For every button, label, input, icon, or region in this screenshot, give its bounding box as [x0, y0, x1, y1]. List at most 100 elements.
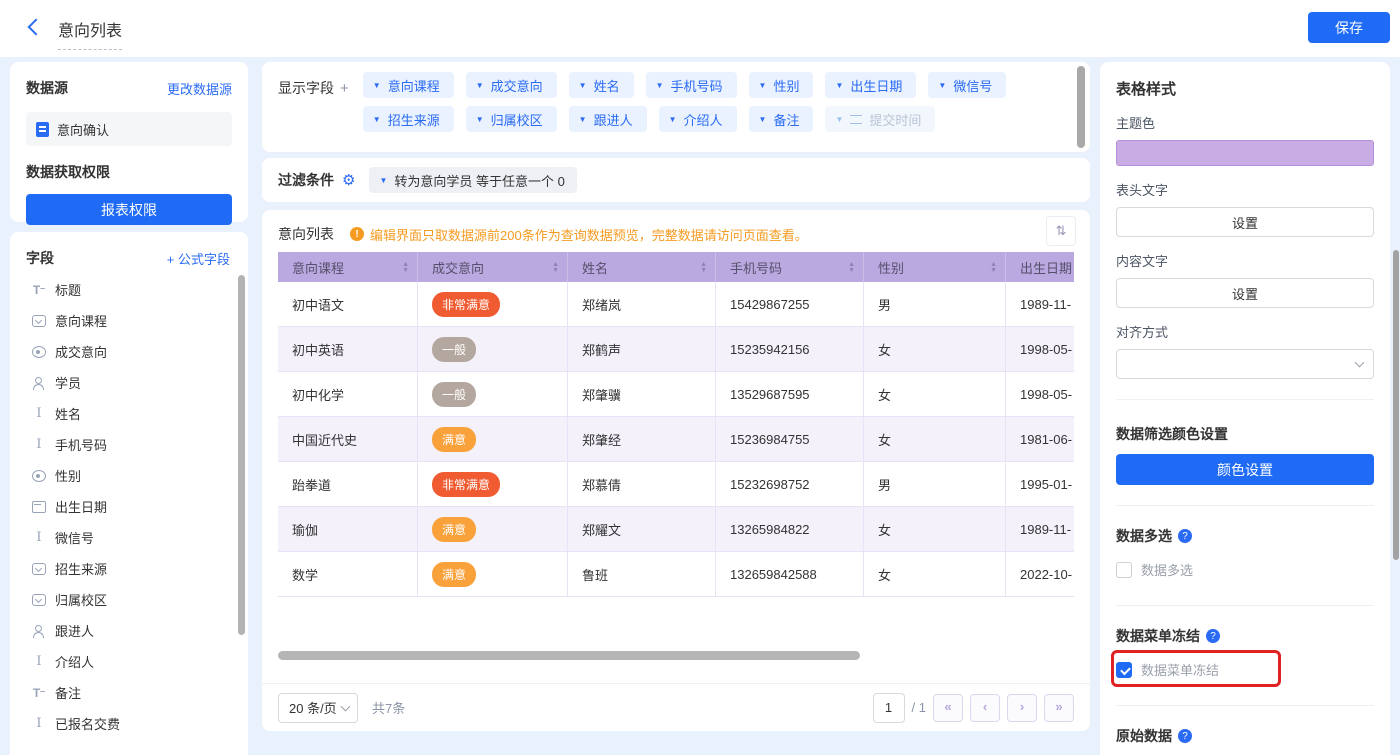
back-icon[interactable] [28, 19, 45, 36]
filter-condition-text: 转为意向学员 等于任意一个 0 [394, 171, 564, 190]
column-header[interactable]: 出生日期▲▼ [1006, 252, 1074, 282]
chevron-down-icon: ▼ [759, 81, 767, 90]
table-cell: 初中英语 [278, 327, 418, 372]
field-item[interactable]: 跟进人 [26, 615, 238, 646]
sort-carets-icon[interactable]: ▲▼ [552, 262, 559, 273]
sort-carets-icon[interactable]: ▲▼ [848, 262, 855, 273]
display-field-chip[interactable]: ▼成交意向 [466, 72, 557, 98]
field-label: 标题 [55, 280, 81, 299]
table-cell: 数学 [278, 552, 418, 597]
column-header[interactable]: 成交意向▲▼ [418, 252, 568, 282]
window-scrollbar[interactable] [1393, 250, 1399, 560]
fields-scrollbar[interactable] [238, 275, 245, 635]
table-cell: 初中化学 [278, 372, 418, 417]
field-item[interactable]: 成交意向 [26, 336, 238, 367]
page-number-input[interactable] [873, 693, 905, 723]
column-header[interactable]: 性别▲▼ [864, 252, 1006, 282]
table-row[interactable]: 瑜伽满意郑耀文13265984822女1989-11- [278, 507, 1074, 552]
table-row[interactable]: 中国近代史满意郑肇经15236984755女1981-06- [278, 417, 1074, 462]
display-field-chip[interactable]: ▼备注 [749, 106, 814, 132]
chevron-down-icon: ▼ [373, 81, 381, 90]
display-field-chip[interactable]: ▼手机号码 [646, 72, 737, 98]
field-label: 性别 [55, 466, 81, 485]
table-row[interactable]: 初中语文非常满意郑绪岚15429867255男1989-11- [278, 282, 1074, 327]
table-row[interactable]: 跆拳道非常满意郑慕倩15232698752男1995-01- [278, 462, 1074, 507]
display-field-chip[interactable]: ▼意向课程 [363, 72, 454, 98]
field-item[interactable]: 归属校区 [26, 584, 238, 615]
chevron-down-icon: ▼ [669, 115, 677, 124]
help-icon[interactable]: ? [1206, 629, 1220, 643]
table-horizontal-scrollbar[interactable] [278, 651, 860, 660]
column-header-label: 出生日期 [1020, 258, 1072, 277]
gear-icon[interactable]: ⚙ [342, 173, 355, 188]
add-formula-field-link[interactable]: + 公式字段 [167, 249, 230, 268]
field-item[interactable]: I介绍人 [26, 646, 238, 677]
header-text-settings-button[interactable]: 设置 [1116, 207, 1374, 237]
display-field-chip[interactable]: ▼姓名 [569, 72, 634, 98]
change-datasource-link[interactable]: 更改数据源 [167, 79, 232, 98]
table-cell: 郑肇骥 [568, 372, 716, 417]
page-size-select[interactable]: 20 条/页 [278, 693, 358, 723]
filter-condition-chip[interactable]: ▼ 转为意向学员 等于任意一个 0 [369, 167, 576, 193]
chip-label: 手机号码 [671, 76, 723, 95]
chips-scrollbar[interactable] [1077, 66, 1085, 148]
title-field-icon: T [32, 686, 46, 700]
align-select[interactable] [1116, 349, 1374, 379]
intent-badge: 非常满意 [432, 292, 500, 317]
theme-color-swatch[interactable] [1116, 140, 1374, 166]
field-item[interactable]: I已报名交费 [26, 708, 238, 739]
help-icon[interactable]: ? [1178, 529, 1192, 543]
field-item[interactable]: I手机号码 [26, 429, 238, 460]
next-page-button[interactable]: › [1007, 694, 1037, 722]
column-header[interactable]: 意向课程▲▼ [278, 252, 418, 282]
display-field-chip[interactable]: ▼出生日期 [825, 72, 916, 98]
color-settings-button[interactable]: 颜色设置 [1116, 454, 1374, 485]
display-field-chip[interactable]: ▼跟进人 [569, 106, 647, 132]
intent-cell: 一般 [418, 372, 568, 417]
warning-icon: ! [350, 227, 364, 241]
field-item[interactable]: I姓名 [26, 398, 238, 429]
sort-carets-icon[interactable]: ▲▼ [990, 262, 997, 273]
field-item[interactable]: 意向课程 [26, 305, 238, 336]
chevron-down-icon: ▼ [759, 115, 767, 124]
display-field-chip[interactable]: ▼归属校区 [466, 106, 557, 132]
field-item[interactable]: I微信号 [26, 522, 238, 553]
filter-color-title: 数据筛选颜色设置 [1116, 424, 1228, 444]
sort-order-icon[interactable]: ⇅ [1046, 216, 1076, 246]
first-page-button[interactable]: « [933, 694, 963, 722]
add-field-icon[interactable]: + [340, 80, 349, 97]
field-item[interactable]: 性别 [26, 460, 238, 491]
report-permission-button[interactable]: 报表权限 [26, 194, 232, 225]
display-field-chip[interactable]: ▼微信号 [928, 72, 1006, 98]
display-field-chip[interactable]: ▼介绍人 [659, 106, 737, 132]
column-header[interactable]: 手机号码▲▼ [716, 252, 864, 282]
multi-select-checkbox[interactable] [1116, 562, 1132, 578]
sort-carets-icon[interactable]: ▲▼ [700, 262, 707, 273]
datasource-item[interactable]: 意向确认 [26, 112, 232, 146]
table-cell: 男 [864, 462, 1006, 507]
display-field-chip[interactable]: ▼招生来源 [363, 106, 454, 132]
last-page-button[interactable]: » [1044, 694, 1074, 722]
field-item[interactable]: 招生来源 [26, 553, 238, 584]
divider [1116, 505, 1374, 506]
table-cell: 初中语文 [278, 282, 418, 327]
help-icon[interactable]: ? [1178, 729, 1192, 743]
display-field-chip[interactable]: ▼性别 [749, 72, 814, 98]
table-row[interactable]: 数学满意鲁班132659842588女2022-10- [278, 552, 1074, 597]
field-item[interactable]: T备注 [26, 677, 238, 708]
table-cell: 郑鹤声 [568, 327, 716, 372]
table-row[interactable]: 初中英语一般郑鹤声15235942156女1998-05- [278, 327, 1074, 372]
chevron-down-icon [341, 701, 351, 711]
field-item[interactable]: 学员 [26, 367, 238, 398]
field-item[interactable]: T标题 [26, 274, 238, 305]
save-button[interactable]: 保存 [1308, 12, 1390, 43]
chip-label: 招生来源 [388, 110, 440, 129]
display-field-chip-disabled[interactable]: ▼提交时间 [825, 106, 935, 132]
table-row[interactable]: 初中化学一般郑肇骥13529687595女1998-05- [278, 372, 1074, 417]
prev-page-button[interactable]: ‹ [970, 694, 1000, 722]
content-text-settings-button[interactable]: 设置 [1116, 278, 1374, 308]
field-item[interactable]: 出生日期 [26, 491, 238, 522]
freeze-checkbox[interactable] [1116, 662, 1132, 678]
sort-carets-icon[interactable]: ▲▼ [402, 262, 409, 273]
column-header[interactable]: 姓名▲▼ [568, 252, 716, 282]
